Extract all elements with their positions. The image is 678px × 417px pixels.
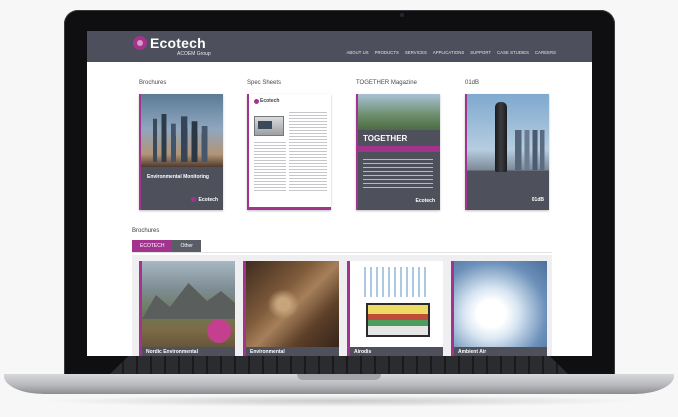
doc-01db[interactable]: 01dB 01dB: [465, 80, 549, 210]
brochure-gallery: Nordic Environmental Environmental Airod…: [132, 255, 552, 356]
tab-divider: [132, 252, 552, 253]
nav-applications[interactable]: APPLICATIONS: [433, 50, 464, 55]
city-skyline-image: [147, 114, 208, 162]
laptop-notch: [297, 374, 381, 380]
nav-case-studies[interactable]: CASE STUDIES: [497, 50, 529, 55]
cover-brand: 01dB: [531, 197, 544, 203]
accent-bar: [358, 146, 440, 152]
spec-text-lines: [289, 112, 327, 192]
brochure-caption: Environmental: [246, 347, 339, 356]
doc-category-label[interactable]: 01dB: [465, 80, 549, 90]
city-towers-image: [515, 130, 547, 170]
brochure-card[interactable]: Environmental: [243, 261, 339, 356]
brochure-card[interactable]: Ambient Air: [451, 261, 547, 356]
ecotech-logo-icon: [254, 99, 259, 104]
doc-category-label[interactable]: Spec Sheets: [247, 80, 331, 90]
brochure-caption: Airodis: [350, 347, 443, 356]
tab-ecotech[interactable]: ECOTECH: [132, 240, 173, 252]
analyzer-device-image: [254, 116, 284, 136]
magazine-text-lines: [363, 159, 433, 189]
nav-services[interactable]: SERVICES: [405, 50, 427, 55]
cover-title: TOGETHER: [363, 134, 408, 143]
brochure-tabs: ECOTECH Other: [132, 240, 201, 252]
brochures-section-title: Brochures: [132, 228, 160, 234]
nav-careers[interactable]: CAREERS: [535, 50, 556, 55]
site-group: ACOEM Group: [177, 51, 211, 57]
accent-bar: [249, 207, 331, 210]
site-header: Ecotech ACOEM Group ABOUT US PRODUCTS SE…: [87, 31, 592, 62]
spec-text-lines: [254, 142, 286, 192]
nav-about-us[interactable]: ABOUT US: [347, 50, 369, 55]
brochure-caption: Nordic Environmental: [142, 347, 235, 356]
cover-brand: Ecotech: [415, 198, 435, 204]
nav-support[interactable]: SUPPORT: [470, 50, 491, 55]
laptop-shadow: [40, 395, 640, 407]
cover-brand: Ecotech: [260, 98, 280, 104]
cover-title: Environmental Monitoring: [147, 174, 209, 180]
doc-category-label[interactable]: TOGETHER Magazine: [356, 80, 440, 90]
brochure-card[interactable]: Nordic Environmental: [139, 261, 235, 356]
browser-screen: Ecotech ACOEM Group ABOUT US PRODUCTS SE…: [87, 31, 592, 356]
nav-products[interactable]: PRODUCTS: [375, 50, 399, 55]
sound-meter-image: [495, 102, 507, 172]
main-nav: ABOUT US PRODUCTS SERVICES APPLICATIONS …: [347, 50, 556, 55]
ecotech-logo-icon[interactable]: [133, 36, 147, 50]
mountain-image: [142, 283, 235, 319]
magazine-cover-thumbnail[interactable]: TOGETHER Ecotech: [356, 94, 440, 210]
chart-image: [364, 267, 430, 297]
landscape-photo: [358, 94, 440, 130]
ecotech-logo-icon: [191, 197, 196, 202]
site-brand[interactable]: Ecotech: [150, 35, 206, 51]
tab-other[interactable]: Other: [172, 240, 201, 252]
doc-spec-sheets[interactable]: Spec Sheets Ecotech: [247, 80, 331, 210]
spec-sheet-thumbnail[interactable]: Ecotech: [247, 94, 331, 210]
doc-category-label[interactable]: Brochures: [139, 80, 223, 90]
badge-icon: [207, 319, 231, 343]
doc-brochures[interactable]: Brochures Environmental Monitoring Ecote…: [139, 80, 223, 210]
brochure-card[interactable]: Airodis: [347, 261, 443, 356]
cover-brand: Ecotech: [198, 197, 218, 203]
doc-together-magazine[interactable]: TOGETHER Magazine TOGETHER Ecotech: [356, 80, 440, 210]
brochure-cover-thumbnail[interactable]: Environmental Monitoring Ecotech: [139, 94, 223, 210]
brochure-caption: Ambient Air: [454, 347, 547, 356]
camera-icon: [400, 13, 404, 17]
keyboard: [110, 356, 568, 374]
laptop-dashboard-image: [366, 303, 430, 337]
01db-cover-thumbnail[interactable]: 01dB: [465, 94, 549, 210]
